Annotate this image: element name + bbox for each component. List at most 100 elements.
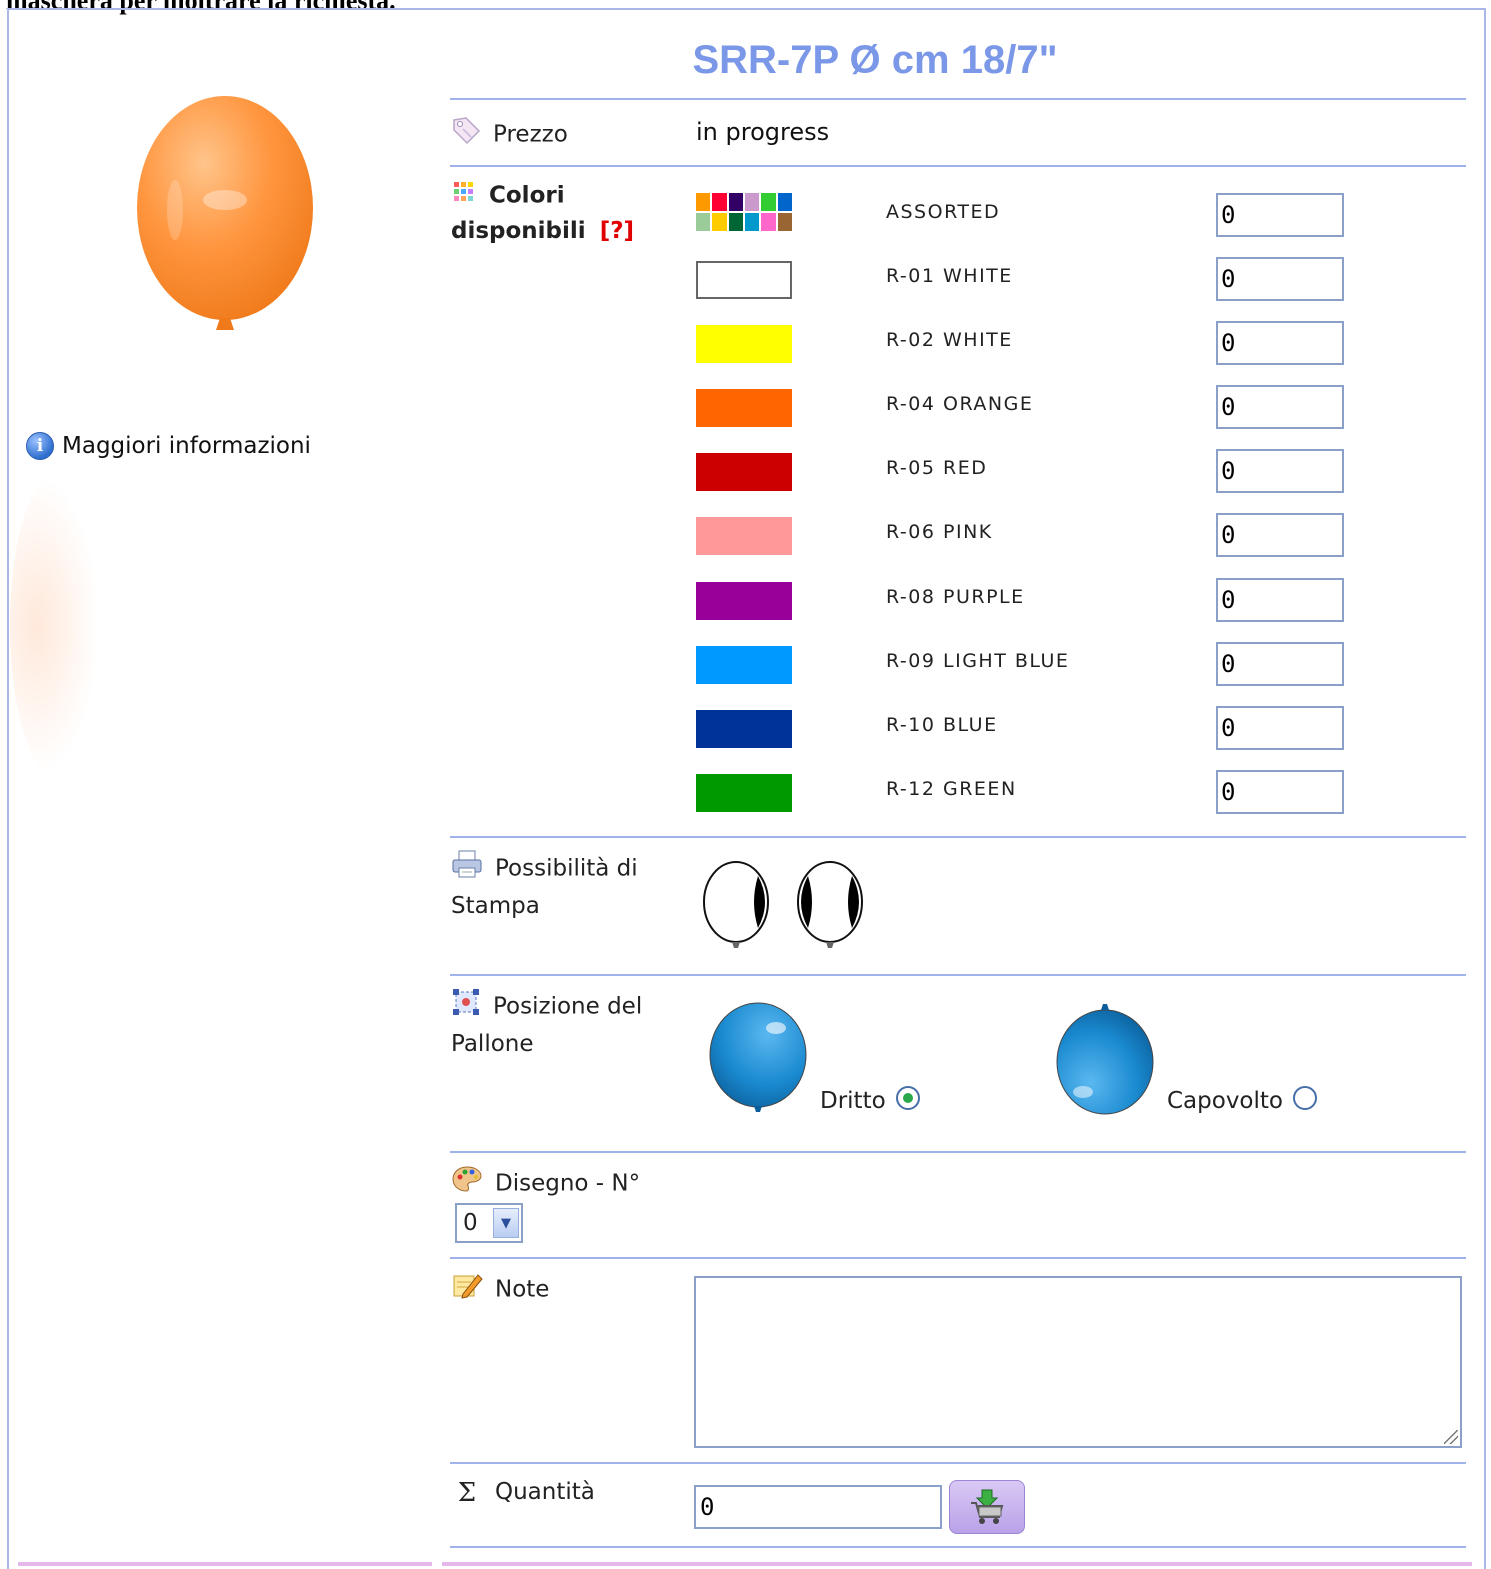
divider: [450, 165, 1466, 167]
balloon-upright-icon: [709, 1002, 807, 1112]
color-swatch: [696, 517, 792, 555]
note-textarea[interactable]: [694, 1276, 1462, 1448]
swatch-cell: [728, 213, 743, 231]
position-upside-down-radio[interactable]: [1293, 1086, 1317, 1110]
design-number-select[interactable]: 0 ▼: [455, 1203, 523, 1243]
color-swatch: [696, 389, 792, 427]
swatch-cell: [712, 193, 727, 211]
bottom-accent-line: [18, 1562, 432, 1566]
print-label: Possibilità di: [495, 855, 638, 882]
price-label-row: Prezzo: [451, 115, 568, 155]
color-row: R-05 RED: [696, 449, 1356, 495]
resize-grip-icon[interactable]: [1444, 1430, 1458, 1444]
color-row: R-09 LIGHT BLUE: [696, 642, 1356, 688]
cart-icon: [971, 1489, 1004, 1524]
position-upright-radio[interactable]: [895, 1086, 920, 1110]
note-edit-icon: [451, 1270, 483, 1310]
assorted-swatch: [696, 193, 792, 231]
color-quantity-input[interactable]: [1216, 513, 1344, 557]
color-row: ASSORTED: [696, 193, 1356, 239]
position-upright-label: Dritto: [820, 1088, 886, 1114]
color-row: R-12 GREEN: [696, 770, 1356, 816]
divider: [450, 1546, 1466, 1548]
swatch-cell: [761, 193, 776, 211]
printer-icon: [451, 849, 483, 889]
color-name: R-12 GREEN: [886, 778, 1017, 800]
quantity-input[interactable]: [694, 1485, 942, 1529]
more-info-label: Maggiori informazioni: [62, 433, 311, 459]
swatch-cell: [744, 193, 760, 211]
print-one-side-icon[interactable]: [700, 860, 772, 952]
color-quantity-input[interactable]: [1216, 449, 1344, 493]
color-quantity-input[interactable]: [1216, 385, 1344, 429]
color-row: R-01 WHITE: [696, 257, 1356, 303]
print-label-2: Stampa: [451, 893, 540, 919]
swatch-cell: [728, 193, 743, 211]
background-decoration: [10, 475, 100, 775]
color-name: R-04 ORANGE: [886, 393, 1034, 415]
position-upside-down-label: Capovolto: [1167, 1088, 1283, 1114]
swatch-cell: [777, 213, 792, 231]
position-option-upright[interactable]: Dritto: [706, 1000, 920, 1118]
palette-icon: [451, 1164, 483, 1204]
color-name: R-10 BLUE: [886, 714, 998, 736]
color-swatch: [696, 261, 792, 299]
product-balloon-image: [137, 96, 313, 330]
divider: [450, 1462, 1466, 1464]
color-name: R-02 WHITE: [886, 329, 1013, 351]
product-title: SRR-7P Ø cm 18/7": [692, 38, 1058, 82]
design-selected-value: 0: [463, 1210, 478, 1236]
info-icon: i: [26, 432, 54, 460]
note-label: Note: [495, 1276, 550, 1303]
add-to-cart-button[interactable]: [949, 1480, 1025, 1534]
more-info-link[interactable]: i Maggiori informazioni: [26, 432, 311, 460]
quantity-label-row: Σ Quantità: [451, 1475, 595, 1510]
divider: [450, 974, 1466, 976]
position-label-row: Posizione del Pallone: [451, 987, 642, 1061]
color-quantity-input[interactable]: [1216, 257, 1344, 301]
position-label-2: Pallone: [451, 1031, 534, 1057]
divider: [450, 836, 1466, 838]
price-tag-icon: [451, 115, 481, 155]
bottom-accent-line: [442, 1562, 1472, 1566]
note-label-row: Note: [451, 1270, 549, 1310]
colors-help-link[interactable]: [?]: [600, 218, 634, 244]
swatch-cell: [696, 193, 711, 211]
color-quantity-input[interactable]: [1216, 321, 1344, 365]
color-name: R-09 LIGHT BLUE: [886, 650, 1070, 672]
colors-label-2: disponibili: [451, 218, 586, 244]
position-icon: [451, 987, 481, 1027]
design-label: Disegno - N°: [495, 1170, 641, 1197]
print-label-row: Possibilità di Stampa: [451, 849, 638, 923]
print-options: [700, 860, 866, 952]
print-two-sides-icon[interactable]: [794, 860, 866, 952]
color-quantity-input[interactable]: [1216, 642, 1344, 686]
color-quantity-input[interactable]: [1216, 578, 1344, 622]
color-quantity-input[interactable]: [1216, 706, 1344, 750]
color-row: R-08 PURPLE: [696, 578, 1356, 624]
position-option-upside-down[interactable]: Capovolto: [1053, 1000, 1317, 1118]
divider: [450, 98, 1466, 100]
color-swatch: [696, 646, 792, 684]
color-name: R-06 PINK: [886, 521, 993, 543]
color-swatch: [696, 582, 792, 620]
position-label: Posizione del: [493, 993, 643, 1020]
price-value: in progress: [696, 118, 830, 146]
color-swatch: [696, 774, 792, 812]
divider: [450, 1257, 1466, 1259]
chevron-down-icon[interactable]: ▼: [493, 1208, 519, 1238]
swatch-cell: [761, 213, 776, 231]
color-swatch: [696, 710, 792, 748]
color-row: R-04 ORANGE: [696, 385, 1356, 431]
color-name: R-01 WHITE: [886, 265, 1013, 287]
color-quantity-input[interactable]: [1216, 770, 1344, 814]
color-quantity-input[interactable]: [1216, 193, 1344, 237]
balloon-upside-down-icon: [1056, 1004, 1154, 1115]
swatch-cell: [777, 193, 792, 211]
colors-label: Colori: [489, 182, 565, 209]
sigma-icon: Σ: [457, 1477, 477, 1508]
color-name: R-05 RED: [886, 457, 988, 479]
color-grid-icon: [451, 178, 477, 214]
swatch-cell: [696, 213, 711, 231]
color-name: R-08 PURPLE: [886, 586, 1025, 608]
